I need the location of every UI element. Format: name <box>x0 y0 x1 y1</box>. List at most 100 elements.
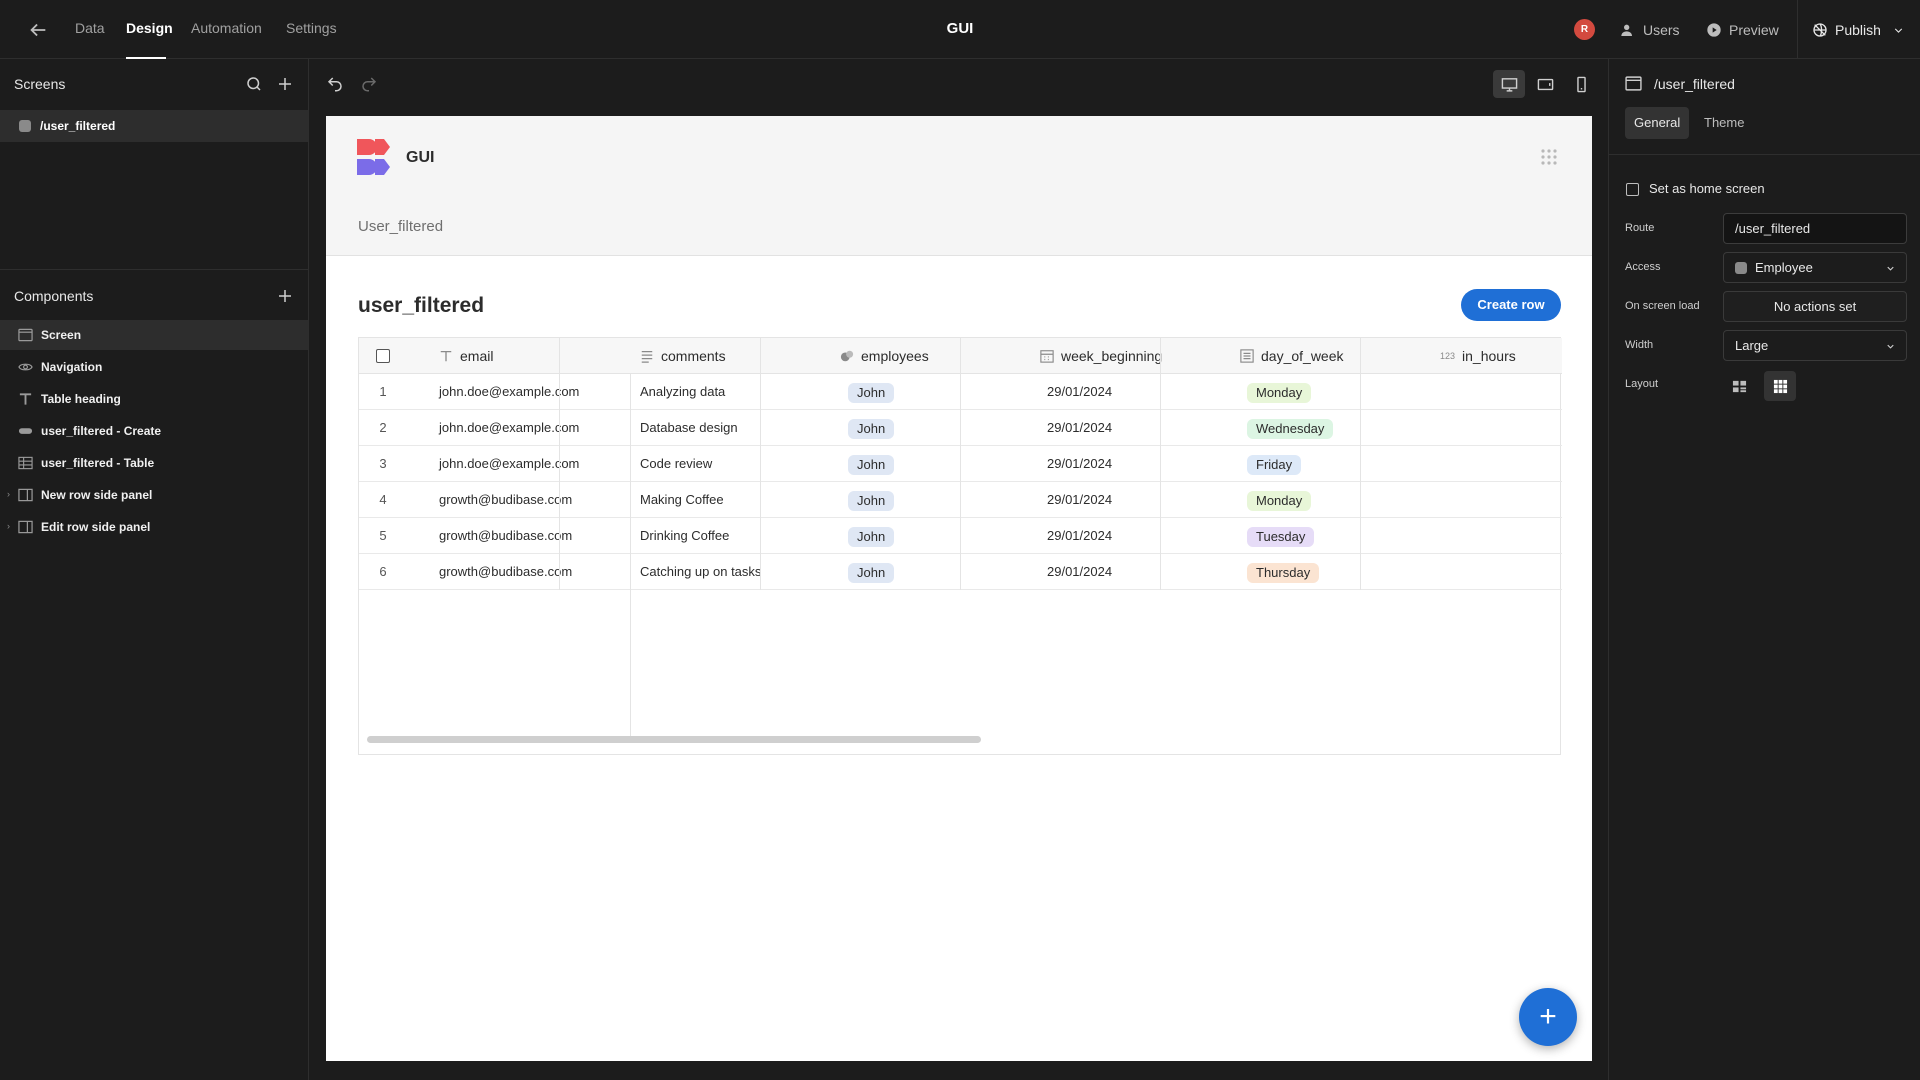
column-header-in-hours[interactable]: 123 in_hours <box>1440 338 1516 374</box>
home-screen-label: Set as home screen <box>1649 181 1765 196</box>
cell-comments: Analyzing data <box>640 384 726 399</box>
cell-employee: John <box>848 482 895 518</box>
desktop-view-button[interactable] <box>1493 70 1525 98</box>
component-table-heading[interactable]: Table heading <box>0 384 308 414</box>
table-row[interactable]: 3 john.doe@example.com Code review John 29/0… <box>359 446 1562 482</box>
eye-icon <box>18 363 33 371</box>
tab-automation[interactable]: Automation <box>191 20 262 36</box>
desktop-icon <box>1501 77 1517 92</box>
avatar[interactable]: R <box>1574 19 1595 40</box>
table-row[interactable]: 4 growth@budibase.com Making Coffee John 29/… <box>359 482 1562 518</box>
tab-theme[interactable]: Theme <box>1695 107 1753 139</box>
component-new-row-panel[interactable]: › New row side panel <box>0 480 308 510</box>
table-row[interactable]: 1 john.doe@example.com Analyzing data John 2… <box>359 374 1562 410</box>
paragraph-type-icon <box>641 350 653 363</box>
cell-day-of-week-pill: Wednesday <box>1247 418 1334 439</box>
search-icon[interactable] <box>245 75 263 93</box>
component-edit-row-panel[interactable]: › Edit row side panel <box>0 512 308 542</box>
grid-menu-icon[interactable] <box>1540 148 1558 166</box>
user-icon <box>1621 24 1632 36</box>
tab-data[interactable]: Data <box>75 20 105 36</box>
horizontal-scrollbar[interactable] <box>367 736 981 743</box>
access-value: Employee <box>1755 260 1813 275</box>
access-select[interactable]: Employee <box>1723 252 1907 283</box>
role-color-icon <box>1735 261 1747 274</box>
tab-general[interactable]: General <box>1625 107 1690 139</box>
row-index: 3 <box>379 456 387 471</box>
layout-label: Layout <box>1625 378 1659 390</box>
component-screen[interactable]: Screen <box>0 320 308 350</box>
cell-divider <box>760 410 761 446</box>
chevron-down-icon <box>1894 27 1903 33</box>
create-row-button[interactable]: Create row <box>1461 289 1561 321</box>
mobile-view-button[interactable] <box>1565 70 1597 98</box>
cell-day-of-week-pill: Thursday <box>1247 562 1320 583</box>
globe-off-icon <box>1813 23 1827 37</box>
tablet-view-button[interactable] <box>1529 70 1561 98</box>
app-brand-title: GUI <box>406 149 435 166</box>
cell-email: growth@budibase.com <box>439 492 573 507</box>
add-component-icon[interactable] <box>276 287 294 305</box>
select-all-checkbox[interactable] <box>376 349 390 363</box>
publish-button[interactable]: Publish <box>1812 19 1905 41</box>
cell-divider <box>760 374 761 410</box>
cell-divider <box>960 446 961 482</box>
component-navigation[interactable]: Navigation <box>0 352 308 382</box>
component-table[interactable]: user_filtered - Table <box>0 448 308 478</box>
layout-sidebar-button[interactable] <box>1723 371 1755 401</box>
tab-design[interactable]: Design <box>126 20 173 36</box>
top-bar: Data Design Automation Settings GUI R Us… <box>0 0 1920 59</box>
cell-divider <box>960 482 961 518</box>
table-row[interactable]: 2 john.doe@example.com Database design John… <box>359 410 1562 446</box>
table-row[interactable]: 5 growth@budibase.com Drinking Coffee John 2… <box>359 518 1562 554</box>
preview-button[interactable]: Preview <box>1706 19 1779 41</box>
column-label: employees <box>861 348 929 364</box>
redo-icon[interactable] <box>360 75 378 93</box>
column-header-week-beginning[interactable]: week_beginning <box>1040 338 1162 374</box>
on-screen-load-button[interactable]: No actions set <box>1723 291 1907 322</box>
component-label: user_filtered - Table <box>41 456 155 470</box>
expand-caret-icon[interactable]: › <box>7 489 10 499</box>
column-label: week_beginning <box>1061 348 1163 364</box>
column-label: email <box>460 348 494 364</box>
back-arrow-icon[interactable] <box>27 19 49 41</box>
column-header-employees[interactable]: employees <box>840 338 929 374</box>
width-select[interactable]: Large <box>1723 330 1907 361</box>
cell-week-beginning: 29/01/2024 <box>1047 492 1113 507</box>
cell-day-of-week: Monday <box>1247 482 1312 518</box>
canvas-preview[interactable]: GUI User_filtered user_filtered Create r… <box>326 116 1592 1061</box>
table-row[interactable]: 6 growth@budibase.com Catching up on tasks… <box>359 554 1562 590</box>
row-index: 5 <box>379 528 387 543</box>
screen-settings-title: /user_filtered <box>1654 76 1735 92</box>
add-screen-icon[interactable] <box>276 75 294 93</box>
undo-icon[interactable] <box>326 75 344 93</box>
layout-grid-button[interactable] <box>1764 371 1796 401</box>
cell-comments: Making Coffee <box>640 492 724 507</box>
calendar-type-icon <box>1040 350 1054 363</box>
cell-divider <box>1360 446 1361 482</box>
route-input[interactable]: /user_filtered <box>1723 213 1907 244</box>
side-panel-icon <box>18 520 33 534</box>
expand-caret-icon[interactable]: › <box>7 521 10 531</box>
column-header-email[interactable]: email <box>439 338 493 374</box>
column-header-comments[interactable]: comments <box>640 338 726 374</box>
panel-divider <box>0 269 308 270</box>
cell-divider <box>760 446 761 482</box>
relationship-type-icon <box>840 350 854 362</box>
screen-item-user-filtered[interactable]: /user_filtered <box>0 110 308 142</box>
cell-divider <box>960 554 961 590</box>
column-divider <box>559 338 560 374</box>
add-component-fab[interactable]: + <box>1519 988 1577 1046</box>
nav-link-user-filtered[interactable]: User_filtered <box>358 218 443 235</box>
component-create-form[interactable]: user_filtered - Create <box>0 416 308 446</box>
cell-week-beginning: 29/01/2024 <box>1047 384 1113 399</box>
home-screen-checkbox[interactable] <box>1626 183 1639 196</box>
cell-day-of-week-pill: Tuesday <box>1247 526 1315 547</box>
tab-settings[interactable]: Settings <box>286 20 337 36</box>
options-type-icon <box>1240 349 1254 363</box>
cell-comments: Database design <box>640 420 738 435</box>
users-button[interactable]: Users <box>1620 19 1680 41</box>
data-table: email comments employees week_beginning … <box>358 337 1562 755</box>
cell-divider <box>1160 482 1161 518</box>
column-header-day-of-week[interactable]: day_of_week <box>1240 338 1344 374</box>
